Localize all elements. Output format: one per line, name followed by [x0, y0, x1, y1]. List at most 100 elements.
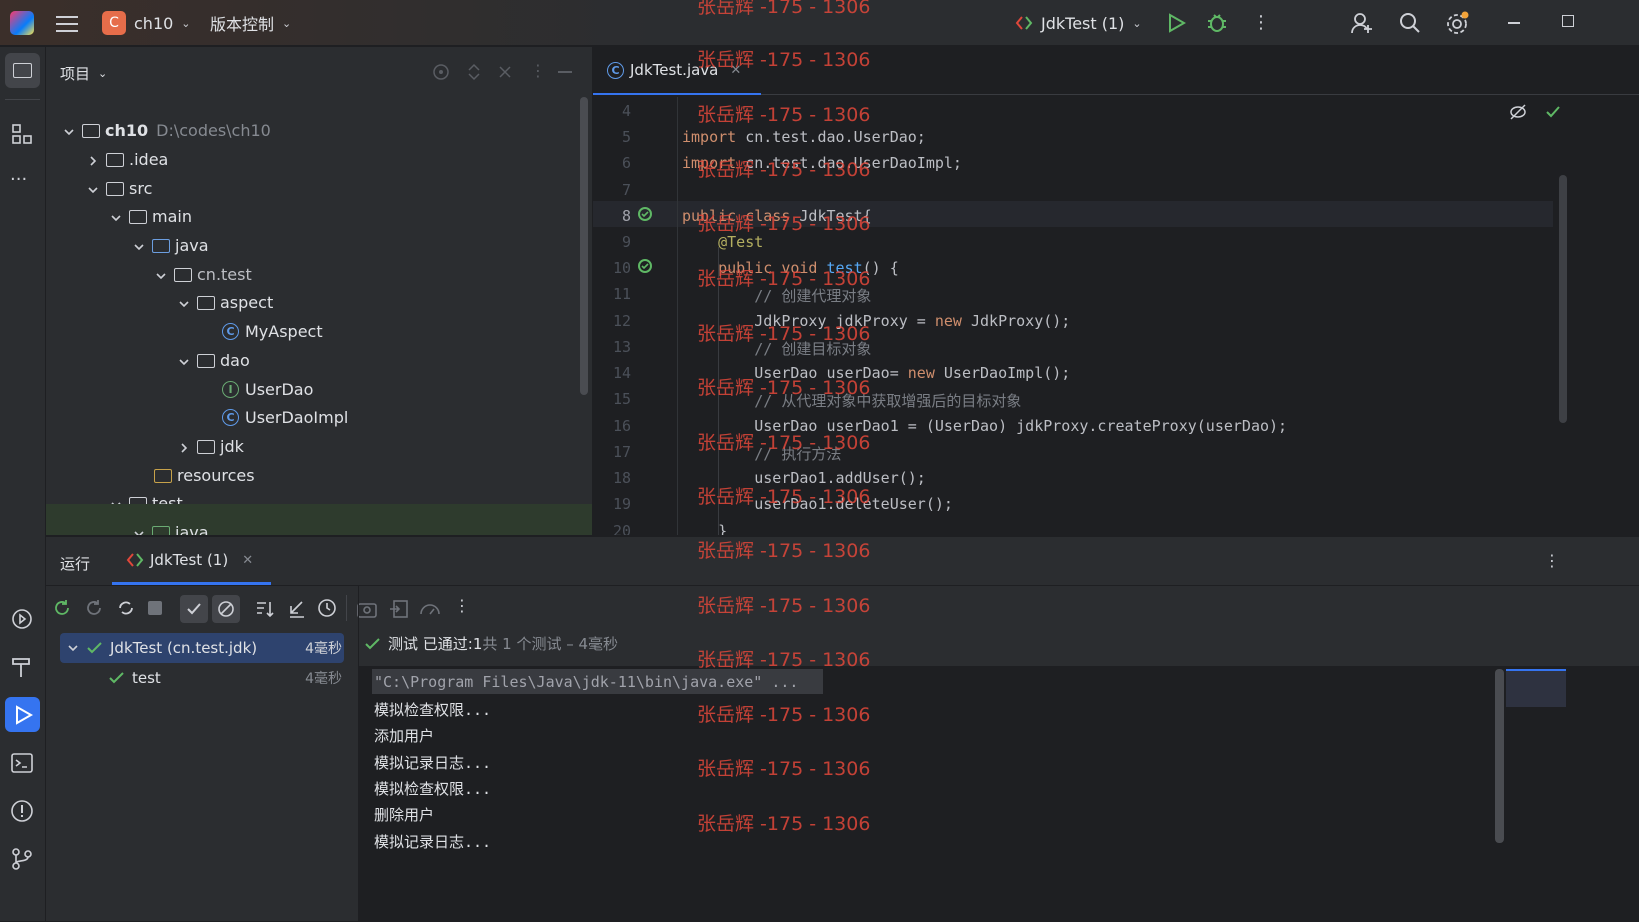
status-count: 1 — [472, 634, 483, 653]
tree-node-label: cn.test — [197, 265, 252, 284]
project-tool-button[interactable] — [5, 53, 40, 88]
tree-node-userdaoimpl[interactable]: C UserDaoImpl — [222, 403, 348, 432]
collapse-icon[interactable] — [286, 598, 308, 620]
tree-node-label: .idea — [129, 150, 169, 169]
status-prefix: 测试 已通过: — [388, 635, 473, 653]
minimize-icon[interactable] — [1508, 22, 1520, 24]
tree-node-test-java[interactable]: java — [132, 518, 209, 535]
show-ignored-toggle[interactable] — [212, 595, 240, 623]
tree-node-dao[interactable]: dao — [177, 346, 250, 375]
run-config-selector[interactable]: JdkTest (1) ⌄ — [1015, 11, 1142, 35]
stop-icon[interactable] — [148, 601, 162, 615]
more-vertical-icon[interactable]: ⋮ — [1252, 13, 1270, 33]
coverage-icon[interactable] — [418, 598, 442, 620]
run-test-gutter-icon[interactable] — [637, 258, 655, 276]
close-icon[interactable]: ✕ — [242, 553, 253, 568]
tree-node-label: java — [175, 236, 209, 255]
tree-node-label: UserDaoImpl — [245, 408, 349, 427]
run-icon[interactable] — [1166, 13, 1186, 33]
chevron-down-icon: ⌄ — [98, 67, 108, 80]
more-horizontal-icon[interactable]: ··· — [10, 169, 27, 190]
import-icon[interactable] — [388, 598, 410, 620]
project-panel: 项目 ⌄ ⋮ ch10 D:\codes\ch10 .idea src main — [46, 47, 592, 535]
rerun-icon[interactable] — [52, 598, 72, 618]
tree-node-label: java — [175, 523, 209, 535]
project-panel-header[interactable]: 项目 ⌄ — [60, 63, 107, 84]
console-line: 模拟记录日志... — [374, 833, 492, 851]
tree-node-main[interactable]: main — [109, 202, 192, 231]
chevron-right-icon — [177, 440, 191, 454]
watermark: 张岳辉 -175 - 1306 — [697, 813, 871, 835]
tree-node-path: D:\codes\ch10 — [156, 121, 271, 140]
more-vertical-icon[interactable]: ⋮ — [1544, 551, 1560, 570]
show-passed-toggle[interactable] — [180, 595, 208, 623]
console-scrollbar[interactable] — [1495, 669, 1504, 843]
more-vertical-icon[interactable]: ⋮ — [530, 61, 546, 80]
test-tree-root[interactable]: JdkTest (cn.test.jdk) 4毫秒 — [66, 633, 342, 663]
status-suffix: 共 1 个测试 – 4毫秒 — [482, 635, 619, 653]
close-icon[interactable] — [498, 65, 512, 79]
build-icon[interactable] — [10, 655, 34, 679]
chevron-down-icon: ⌄ — [282, 16, 292, 30]
search-icon[interactable] — [1398, 11, 1422, 35]
tree-node-cn-test[interactable]: cn.test — [154, 260, 252, 289]
test-tree-child[interactable]: test 4毫秒 — [108, 663, 342, 693]
tree-node-myaspect[interactable]: C MyAspect — [222, 317, 323, 346]
project-badge: C — [102, 11, 126, 35]
locate-icon[interactable] — [432, 63, 450, 81]
editor-scrollbar[interactable] — [1559, 175, 1567, 423]
console-line: 删除用户 — [374, 806, 435, 824]
selected-row-highlight — [46, 504, 592, 535]
chevron-down-icon: ⌄ — [181, 16, 191, 30]
maximize-icon[interactable] — [1562, 15, 1574, 27]
history-icon[interactable] — [316, 597, 338, 619]
line-number: 16 — [612, 417, 631, 435]
services-icon[interactable] — [10, 607, 34, 631]
module-folder-icon — [82, 123, 100, 138]
watermark: 张岳辉 -175 - 1306 — [697, 323, 871, 345]
line-number: 17 — [612, 443, 631, 461]
tab-run-jdktest[interactable]: JdkTest (1) ✕ — [126, 551, 253, 569]
project-selector[interactable]: C ch10 ⌄ — [102, 11, 191, 35]
test-config-icon — [1015, 16, 1033, 30]
watermark: 张岳辉 -175 - 1306 — [697, 595, 871, 617]
hide-icon[interactable] — [558, 71, 572, 73]
tree-node-userdao[interactable]: I UserDao — [222, 375, 313, 404]
run-tool-button[interactable] — [5, 697, 40, 732]
gutter-divider — [677, 97, 678, 535]
tree-node-label: jdk — [220, 437, 244, 456]
sort-icon[interactable] — [254, 598, 276, 620]
expand-collapse-icon[interactable] — [466, 63, 482, 81]
terminal-icon[interactable] — [10, 751, 34, 775]
console-area[interactable] — [359, 666, 1639, 922]
tree-node-resources[interactable]: resources — [154, 461, 255, 490]
more-vertical-icon[interactable]: ⋮ — [454, 596, 470, 615]
console-minimap[interactable] — [1506, 669, 1566, 707]
tree-node-idea[interactable]: .idea — [86, 145, 168, 174]
settings-icon[interactable] — [1445, 11, 1471, 35]
problems-icon[interactable] — [10, 799, 34, 823]
console-line: 模拟检查权限... — [374, 701, 492, 719]
tree-node-aspect[interactable]: aspect — [177, 288, 273, 317]
tree-node-src[interactable]: src — [86, 174, 152, 203]
line-number: 20 — [612, 522, 631, 535]
tree-node-label: ch10 — [105, 121, 149, 140]
project-name: ch10 — [134, 13, 174, 33]
toggle-auto-test-icon[interactable] — [116, 598, 136, 618]
tree-node-java[interactable]: java — [132, 231, 209, 260]
tree-node-jdk[interactable]: jdk — [177, 432, 244, 461]
main-menu-icon[interactable] — [56, 13, 78, 33]
camera-icon[interactable] — [356, 598, 378, 620]
git-icon[interactable] — [10, 847, 34, 871]
watermark: 张岳辉 -175 - 1306 — [697, 377, 871, 399]
add-user-icon[interactable] — [1350, 11, 1374, 35]
project-scrollbar[interactable] — [580, 97, 588, 395]
structure-icon[interactable] — [11, 123, 33, 145]
vcs-selector[interactable]: 版本控制 ⌄ — [210, 11, 291, 35]
debug-icon[interactable] — [1206, 12, 1228, 34]
line-number: 12 — [612, 312, 631, 330]
package-icon — [174, 267, 192, 282]
tree-node-ch10[interactable]: ch10 D:\codes\ch10 — [62, 116, 271, 145]
rerun-failed-icon[interactable] — [84, 598, 104, 618]
run-test-gutter-icon[interactable] — [637, 206, 655, 224]
